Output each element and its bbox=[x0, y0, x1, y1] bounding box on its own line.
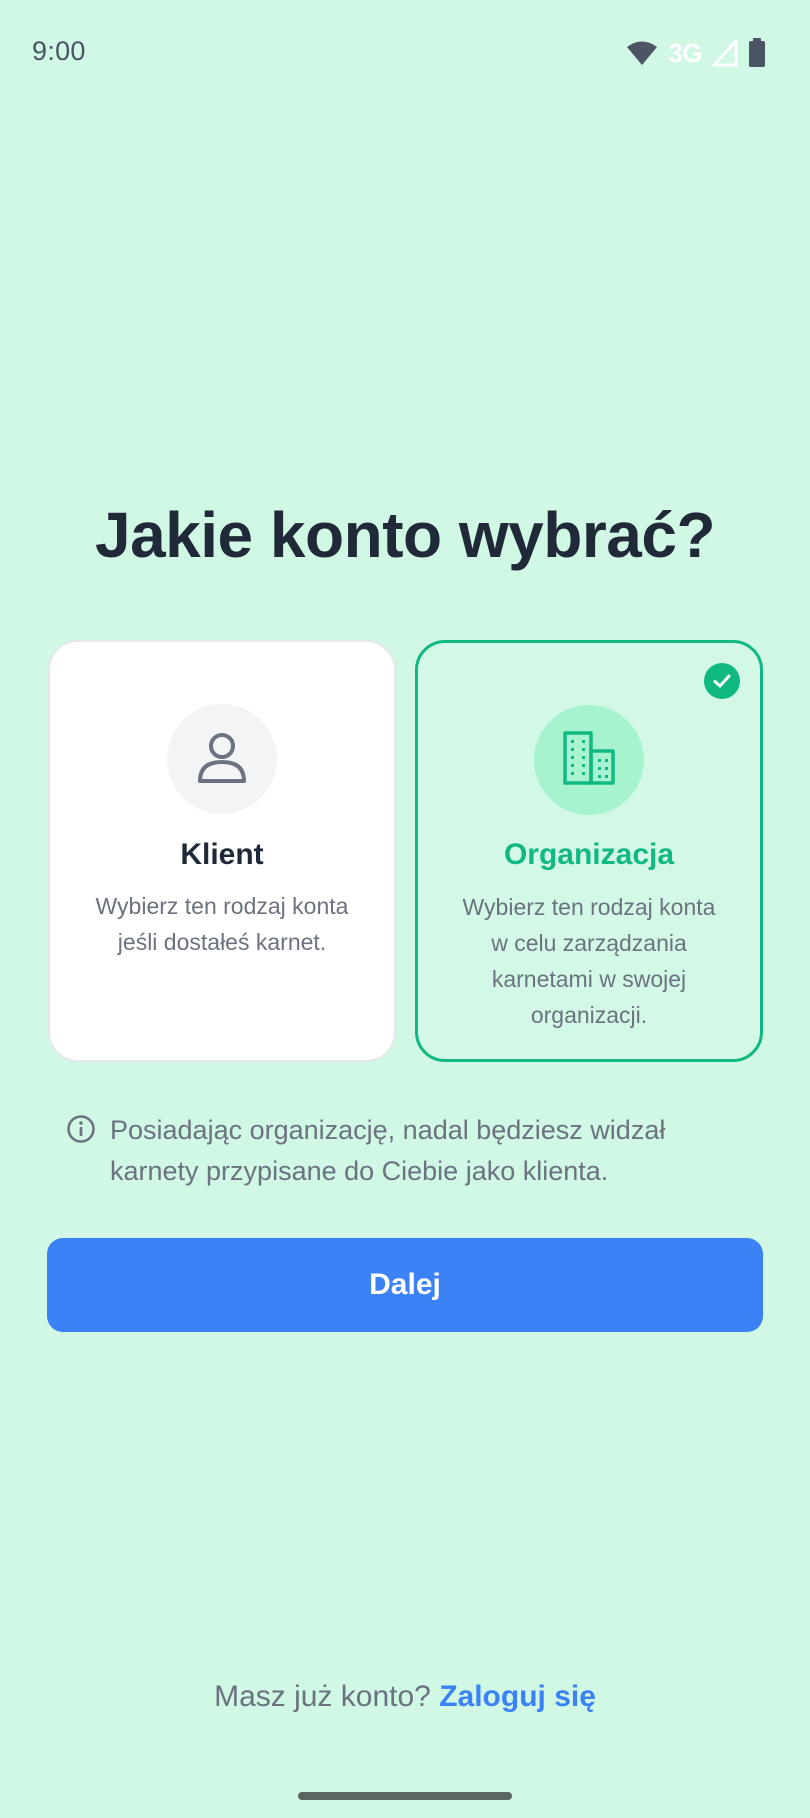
user-icon bbox=[194, 729, 250, 790]
home-indicator[interactable] bbox=[298, 1792, 512, 1800]
info-note: Posiadając organizację, nadal będziesz w… bbox=[66, 1110, 746, 1192]
next-button[interactable]: Dalej bbox=[47, 1238, 763, 1332]
card-description: Wybierz ten rodzaj konta jeśli dostałeś … bbox=[95, 893, 349, 955]
organization-icon-circle bbox=[534, 705, 644, 815]
wifi-icon bbox=[626, 40, 658, 66]
card-description: Wybierz ten rodzaj konta w celu zarządza… bbox=[462, 894, 716, 1028]
selected-check-icon bbox=[704, 663, 740, 699]
cellular-signal-icon bbox=[712, 39, 738, 67]
login-prompt-text: Masz już konto? bbox=[214, 1680, 431, 1713]
login-prompt-row: Masz już konto? Zaloguj się bbox=[0, 1680, 810, 1714]
account-type-organization-card[interactable]: Organizacja Wybierz ten rodzaj konta w c… bbox=[415, 640, 763, 1062]
login-link[interactable]: Zaloguj się bbox=[439, 1680, 596, 1713]
info-icon bbox=[66, 1114, 96, 1149]
card-title: Organizacja bbox=[503, 838, 675, 871]
battery-icon bbox=[748, 38, 766, 68]
page-title: Jakie konto wybrać? bbox=[94, 499, 716, 571]
status-bar: 9:00 3G bbox=[0, 0, 810, 104]
card-title: Klient bbox=[180, 838, 264, 871]
account-type-client-card[interactable]: Klient Wybierz ten rodzaj konta jeśli do… bbox=[48, 640, 396, 1062]
info-text: Posiadając organizację, nadal będziesz w… bbox=[110, 1115, 666, 1186]
client-icon-circle bbox=[167, 704, 277, 814]
status-time: 9:00 bbox=[32, 36, 86, 66]
building-icon bbox=[560, 729, 618, 792]
status-icons: 3G bbox=[626, 36, 766, 70]
network-type-label: 3G bbox=[668, 37, 702, 68]
